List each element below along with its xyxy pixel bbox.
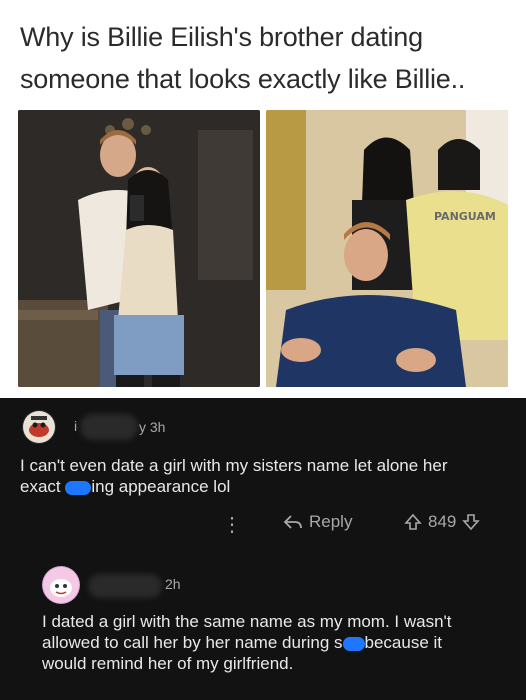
svg-text:PANGUAM: PANGUAM [434,210,496,223]
reply-label: Reply [309,512,353,531]
username-redaction [80,414,138,440]
reply-button[interactable]: Reply [283,512,352,532]
more-options-icon: ⋮ [222,514,242,536]
comment-body-line1: I dated a girl with the same name as my … [42,612,452,631]
comment-body-line1: I can't even date a girl with my sisters… [20,456,448,475]
meme-caption-line1: Why is Billie Eilish's brother dating [20,22,423,52]
comment-body-line2-post: because it [364,633,443,652]
reddit-avatar-icon[interactable] [42,566,80,604]
comment-body-line2: allowed to call her by her name during s… [42,632,517,653]
comment-body-line2: exact ing appearance lol [20,476,515,497]
meme-caption: Why is Billie Eilish's brother dating so… [20,16,510,100]
vote-controls: 849 [404,512,481,532]
comments-section: i y 3h I can't even date a girl with my … [0,398,526,700]
reddit-avatar-icon[interactable] [22,410,56,444]
reply-arrow-icon [283,515,302,529]
comment-body-line3: would remind her of my girlfriend. [42,654,294,673]
comment-body-line2-post: ing appearance lol [91,477,231,496]
comment-body-line2-pre: exact [20,477,66,496]
photo-right-illustration: PANGUAM [266,110,508,387]
downvote-icon[interactable] [462,513,481,531]
comment-body: I dated a girl with the same name as my … [42,611,517,674]
vote-score: 849 [428,512,457,531]
avatar-graphic [23,411,55,443]
upvote-icon[interactable] [404,513,422,531]
avatar-graphic [43,567,79,603]
blue-scribble-redaction [342,636,365,651]
comment-body: I can't even date a girl with my sisters… [20,455,515,497]
comment-time: y 3h [139,419,166,435]
photo-left [18,110,260,387]
comment-time: 2h [165,576,181,592]
blue-scribble-redaction [65,480,92,495]
comment-body-line2-pre: allowed to call her by her name during s [42,633,343,652]
username-redaction [88,574,162,598]
photo-right: PANGUAM [266,110,508,387]
photo-left-illustration [18,110,260,387]
more-options-button[interactable]: ⋮ [222,512,242,537]
meme-post: Why is Billie Eilish's brother dating so… [0,0,526,398]
comment-username-prefix: i [74,418,78,434]
meme-caption-line2: someone that looks exactly like Billie.. [20,64,466,94]
